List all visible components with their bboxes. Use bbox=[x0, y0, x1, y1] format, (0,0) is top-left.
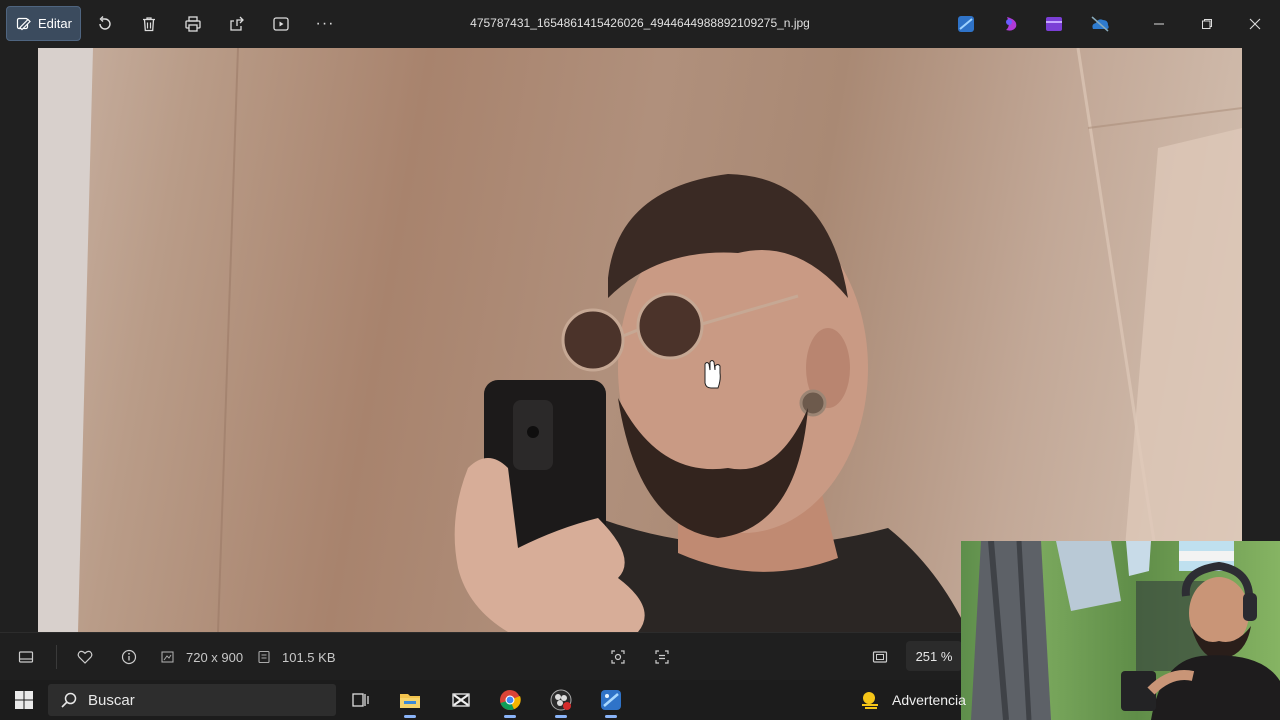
more-options-button[interactable]: ··· bbox=[313, 12, 337, 36]
print-icon[interactable] bbox=[181, 12, 205, 36]
minimize-button[interactable] bbox=[1147, 12, 1171, 36]
clipchamp-icon[interactable] bbox=[1001, 14, 1021, 34]
taskbar-search[interactable]: Buscar bbox=[48, 684, 336, 716]
search-icon bbox=[61, 692, 77, 708]
fit-to-window-icon[interactable] bbox=[868, 645, 892, 669]
webcam-feed bbox=[971, 541, 1280, 720]
visual-search-icon[interactable] bbox=[606, 645, 630, 669]
close-button[interactable] bbox=[1243, 12, 1267, 36]
edit-image-icon bbox=[16, 17, 31, 30]
obs-studio-icon[interactable] bbox=[549, 688, 573, 718]
taskbar: Buscar Advertencia bbox=[0, 680, 966, 720]
divider bbox=[56, 645, 57, 669]
file-name: 475787431_1654861415426026_4944644988892… bbox=[470, 16, 810, 30]
edit-button[interactable]: Editar bbox=[6, 6, 81, 41]
task-view-icon[interactable] bbox=[348, 688, 372, 712]
warning-notification[interactable]: Advertencia bbox=[860, 690, 966, 710]
slideshow-icon[interactable] bbox=[269, 12, 293, 36]
zoom-level[interactable]: 251 % bbox=[906, 641, 962, 671]
running-indicator bbox=[404, 715, 416, 718]
share-icon[interactable] bbox=[225, 12, 249, 36]
favorite-icon[interactable] bbox=[73, 645, 97, 669]
photos-app-icon[interactable] bbox=[599, 688, 623, 718]
file-size-icon bbox=[252, 645, 276, 669]
chrome-icon[interactable] bbox=[498, 688, 522, 718]
running-indicator bbox=[504, 715, 516, 718]
edit-button-label: Editar bbox=[38, 16, 72, 31]
filmstrip-icon[interactable] bbox=[14, 645, 38, 669]
delete-icon[interactable] bbox=[137, 12, 161, 36]
restore-button[interactable] bbox=[1195, 12, 1219, 36]
search-label: Buscar bbox=[88, 691, 135, 709]
webcam-overlay bbox=[961, 541, 1280, 720]
running-indicator bbox=[605, 715, 617, 718]
rotate-icon[interactable] bbox=[93, 12, 117, 36]
app-toolbar: Editar ··· 475787431_1654861415426026_49… bbox=[0, 0, 1280, 48]
weather-warning-icon bbox=[862, 692, 878, 709]
photo-editor-app-icon[interactable] bbox=[956, 14, 976, 34]
text-scan-icon[interactable] bbox=[650, 645, 674, 669]
image-dimensions: 720 x 900 bbox=[186, 650, 244, 665]
onedrive-icon[interactable] bbox=[1089, 14, 1111, 34]
running-indicator bbox=[555, 715, 567, 718]
video-editor-icon[interactable] bbox=[1044, 14, 1064, 34]
dimensions-icon bbox=[156, 645, 180, 669]
capcut-icon[interactable] bbox=[449, 688, 473, 712]
warning-label: Advertencia bbox=[892, 692, 966, 708]
info-icon[interactable] bbox=[117, 645, 141, 669]
file-size: 101.5 KB bbox=[282, 650, 336, 665]
file-explorer-icon[interactable] bbox=[398, 688, 422, 718]
windows-start-icon[interactable] bbox=[14, 690, 34, 710]
